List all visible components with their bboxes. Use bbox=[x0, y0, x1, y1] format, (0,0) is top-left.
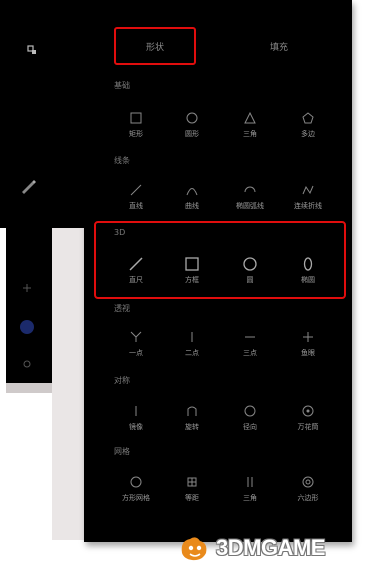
color-dot-icon[interactable] bbox=[15, 315, 39, 339]
eye-icon[interactable] bbox=[15, 352, 39, 376]
tool-label: 六边形 bbox=[297, 494, 319, 502]
curve-icon bbox=[184, 182, 200, 198]
rotate-icon bbox=[184, 403, 200, 419]
tri-grid-icon bbox=[242, 474, 258, 490]
tool-label: 万花筒 bbox=[297, 423, 319, 431]
tool-item[interactable]: 六边形 bbox=[278, 472, 338, 512]
tool-item[interactable]: 三角 bbox=[220, 108, 280, 148]
three-point-icon bbox=[242, 329, 258, 345]
tool-label: 鱼眼 bbox=[301, 349, 315, 357]
highlight-box bbox=[94, 221, 346, 299]
tool-label: 三点 bbox=[243, 349, 257, 357]
tool-label: 方形网格 bbox=[122, 494, 150, 502]
hex-grid-icon bbox=[300, 474, 316, 490]
brush-size-icon[interactable] bbox=[20, 38, 44, 62]
section-title: 透视 bbox=[114, 304, 130, 313]
watermark: 3DMGAME bbox=[178, 528, 325, 568]
pen-icon[interactable] bbox=[16, 174, 40, 198]
tool-item[interactable]: 圆形 bbox=[162, 108, 222, 148]
tab-shapes[interactable]: 形状 bbox=[114, 27, 196, 65]
rect-icon bbox=[128, 110, 144, 126]
tool-item[interactable]: 径向 bbox=[220, 401, 280, 441]
tool-label: 直线 bbox=[129, 202, 143, 210]
tool-item[interactable]: 矩形 bbox=[106, 108, 166, 148]
tool-label: 圆形 bbox=[185, 130, 199, 138]
polygon-icon bbox=[300, 110, 316, 126]
tool-item[interactable]: 三角 bbox=[220, 472, 280, 512]
watermark-text: 3DMGAME bbox=[216, 535, 325, 560]
tool-item[interactable]: 镜像 bbox=[106, 401, 166, 441]
triangle-icon bbox=[242, 110, 258, 126]
tool-item[interactable]: 鱼眼 bbox=[278, 327, 338, 367]
one-point-icon bbox=[128, 329, 144, 345]
two-point-icon bbox=[184, 329, 200, 345]
section-title: 线条 bbox=[114, 156, 130, 165]
line-icon bbox=[128, 182, 144, 198]
radial-icon bbox=[242, 403, 258, 419]
tool-label: 椭圆弧线 bbox=[236, 202, 264, 210]
arc-icon bbox=[242, 182, 258, 198]
grid-icon bbox=[128, 474, 144, 490]
tool-label: 矩形 bbox=[129, 130, 143, 138]
circle-icon bbox=[184, 110, 200, 126]
fisheye-icon bbox=[300, 329, 316, 345]
tool-item[interactable]: 等距 bbox=[162, 472, 222, 512]
tool-label: 曲线 bbox=[185, 202, 199, 210]
section-title: 对称 bbox=[114, 376, 130, 385]
tool-item[interactable]: 直线 bbox=[106, 180, 166, 220]
tool-item[interactable]: 椭圆弧线 bbox=[220, 180, 280, 220]
watermark-logo-icon bbox=[181, 537, 207, 561]
tool-item[interactable]: 旋转 bbox=[162, 401, 222, 441]
plus-icon[interactable] bbox=[15, 276, 39, 300]
tool-item[interactable]: 多边 bbox=[278, 108, 338, 148]
tab-label: 形状 bbox=[145, 42, 164, 53]
toolbar-shadow bbox=[6, 383, 52, 393]
tool-item[interactable]: 万花筒 bbox=[278, 401, 338, 441]
tool-label: 多边 bbox=[301, 130, 315, 138]
tool-label: 三角 bbox=[243, 130, 257, 138]
tool-item[interactable]: 方形网格 bbox=[106, 472, 166, 512]
tool-label: 一点 bbox=[129, 349, 143, 357]
tool-label: 镜像 bbox=[129, 423, 143, 431]
tool-label: 等距 bbox=[185, 494, 199, 502]
tab-fill[interactable]: 填充 bbox=[238, 27, 320, 65]
tool-item[interactable]: 连续折线 bbox=[278, 180, 338, 220]
isometric-icon bbox=[184, 474, 200, 490]
tool-item[interactable]: 三点 bbox=[220, 327, 280, 367]
tool-item[interactable]: 曲线 bbox=[162, 180, 222, 220]
tool-label: 二点 bbox=[185, 349, 199, 357]
tool-item[interactable]: 一点 bbox=[106, 327, 166, 367]
polyline-icon bbox=[300, 182, 316, 198]
tool-label: 径向 bbox=[243, 423, 257, 431]
section-title: 网格 bbox=[114, 447, 130, 456]
tab-label: 填充 bbox=[269, 42, 288, 53]
mirror-icon bbox=[128, 403, 144, 419]
kaleidoscope-icon bbox=[300, 403, 316, 419]
section-title: 基础 bbox=[114, 81, 130, 90]
tool-label: 连续折线 bbox=[294, 202, 322, 210]
tool-label: 旋转 bbox=[185, 423, 199, 431]
tool-item[interactable]: 二点 bbox=[162, 327, 222, 367]
tool-label: 三角 bbox=[243, 494, 257, 502]
